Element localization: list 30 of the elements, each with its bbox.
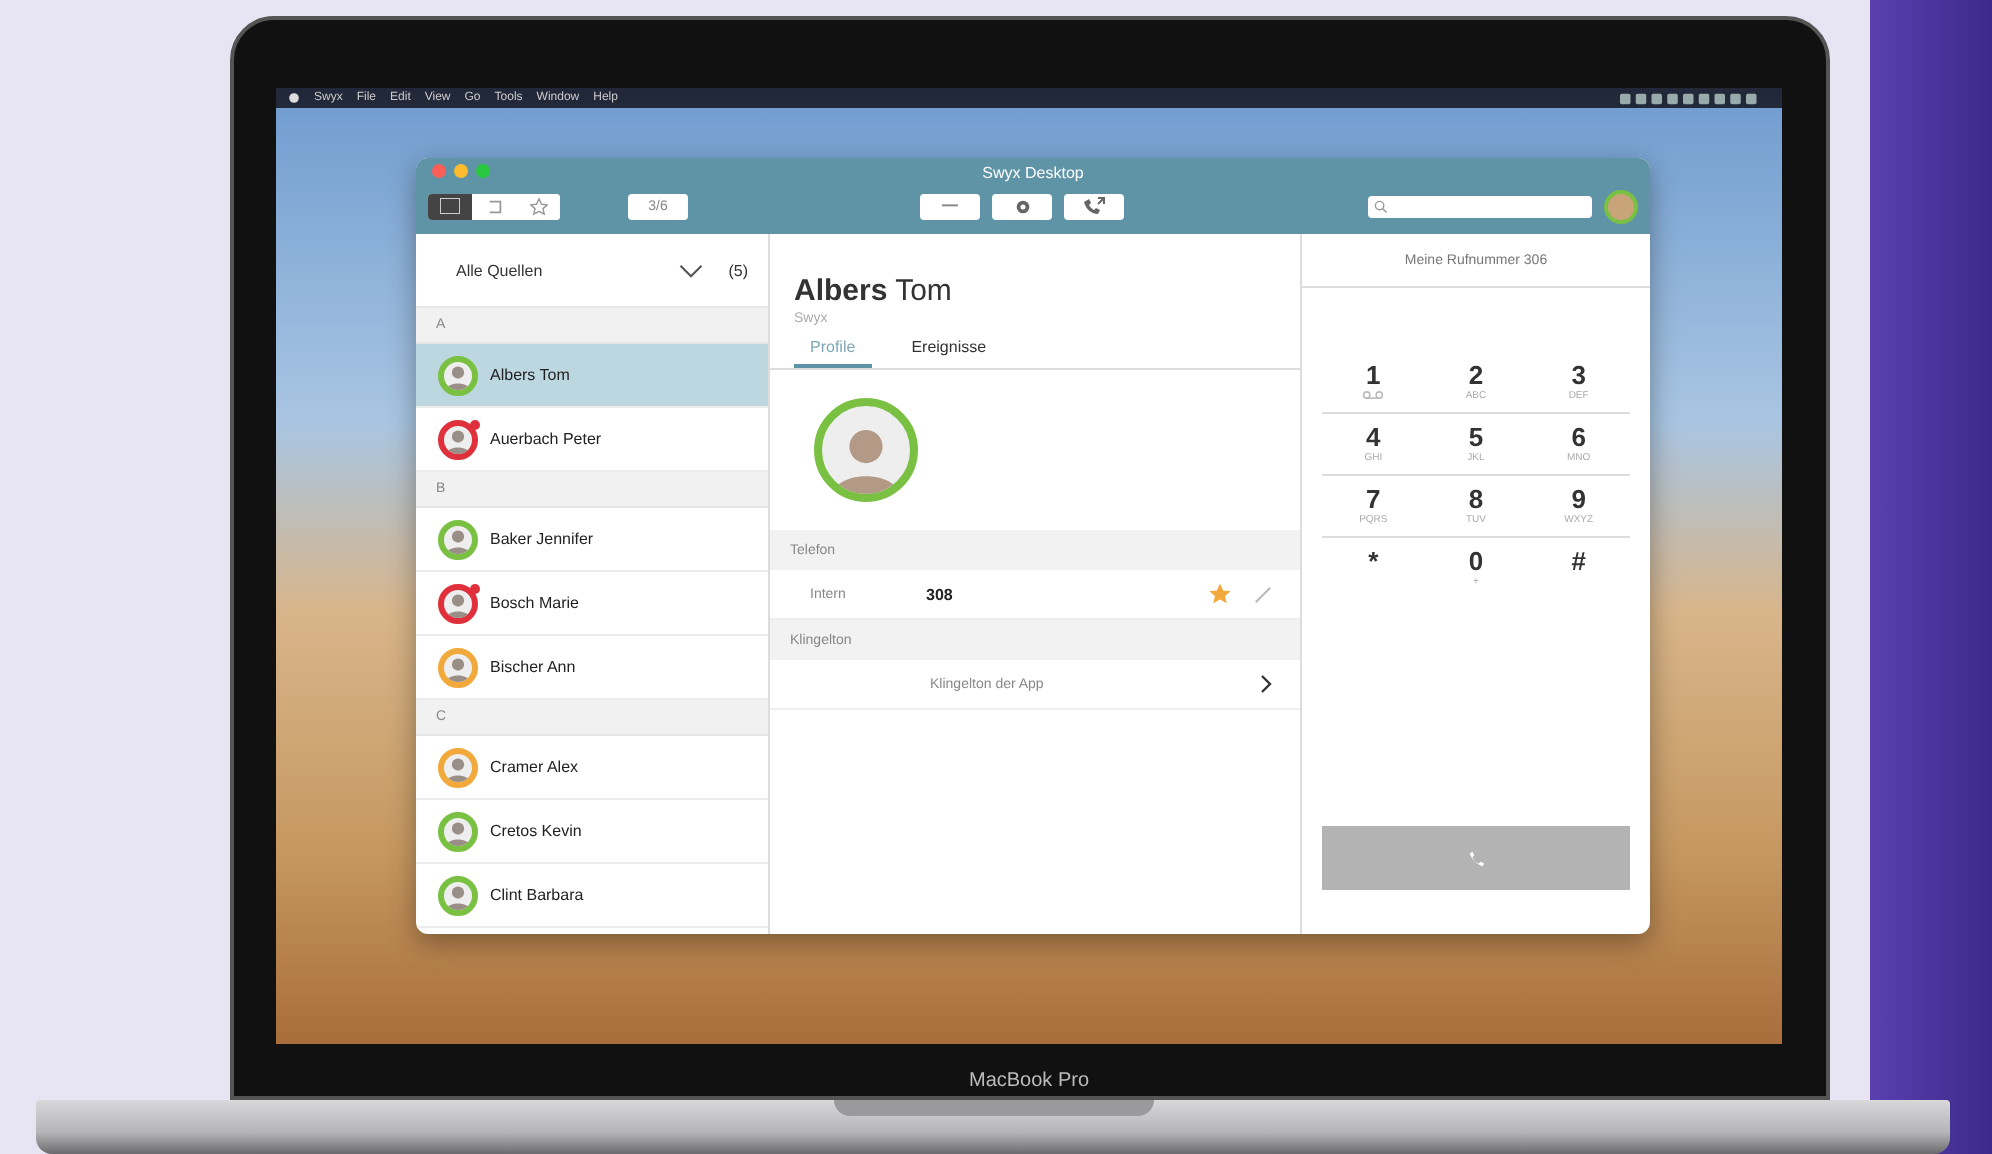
minus-button[interactable] xyxy=(920,193,980,219)
logo-icon[interactable] xyxy=(288,92,300,104)
voicemail-icon xyxy=(1362,390,1385,400)
contact-item[interactable]: Clint Barbara xyxy=(416,864,768,928)
minus-icon xyxy=(942,204,958,208)
contact-item[interactable]: Cretos Kevin xyxy=(416,800,768,864)
contact-item[interactable]: Albers Tom xyxy=(416,344,768,408)
minimize-button[interactable] xyxy=(454,164,468,178)
phone-arrow-icon xyxy=(1082,196,1106,216)
bracket-icon xyxy=(485,197,503,215)
favorite-star-icon[interactable] xyxy=(1210,584,1230,604)
contact-name: Albers Tom xyxy=(794,274,954,308)
device-label: MacBook Pro xyxy=(968,1070,1090,1092)
contact-item[interactable]: Baker Jennifer xyxy=(416,508,768,572)
window-title: Swyx Desktop xyxy=(982,163,1084,181)
settings-icon xyxy=(1013,197,1031,215)
phone-number: 308 xyxy=(926,585,955,603)
search-icon xyxy=(1374,199,1388,213)
tab[interactable]: Ereignisse xyxy=(895,332,1003,368)
contact-item[interactable]: Cramer Alex xyxy=(416,736,768,800)
avatar xyxy=(814,398,918,502)
list-tab[interactable] xyxy=(428,193,472,219)
chevron-down-icon xyxy=(678,263,705,277)
call-forward-button[interactable] xyxy=(1064,193,1124,219)
chevron-right-icon[interactable] xyxy=(1260,674,1272,694)
search-field[interactable] xyxy=(1368,195,1592,217)
contact-item[interactable]: Bosch Marie xyxy=(416,572,768,636)
window-icon xyxy=(440,198,460,214)
star-icon xyxy=(529,197,547,215)
settings-button[interactable] xyxy=(992,193,1052,219)
